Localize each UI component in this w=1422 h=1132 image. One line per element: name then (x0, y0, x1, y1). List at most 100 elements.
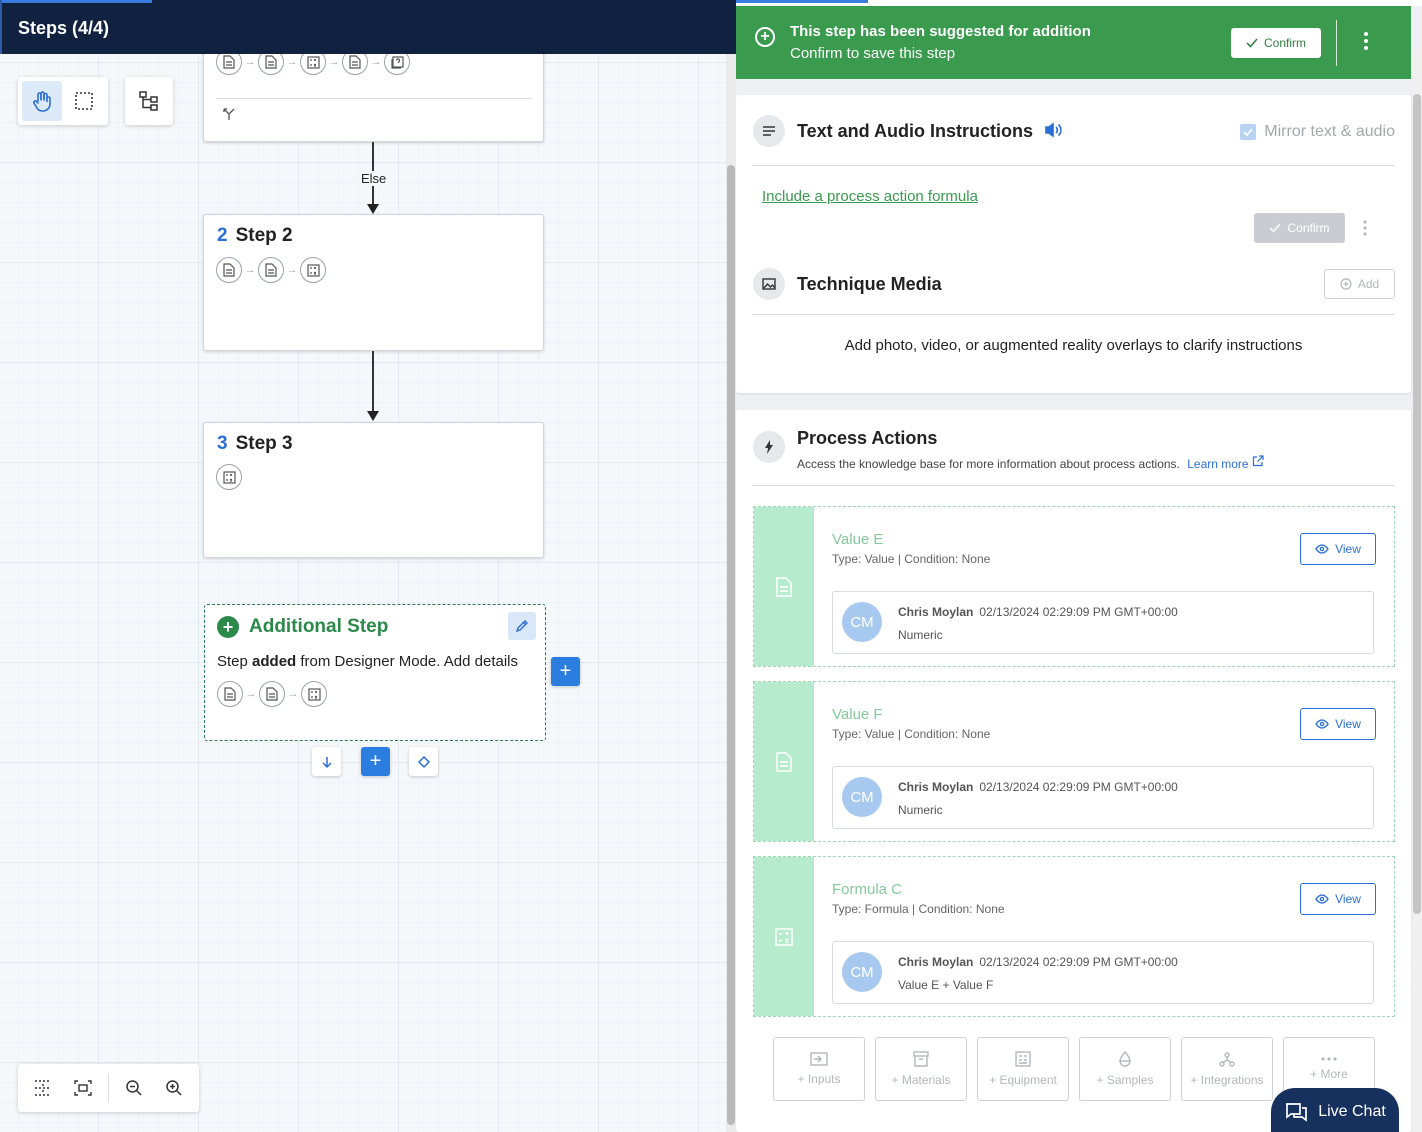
branch-icon[interactable] (222, 107, 236, 126)
add-decision-button[interactable] (409, 747, 438, 776)
zoom-out-button[interactable] (115, 1068, 153, 1108)
add-circle-icon (1340, 278, 1352, 290)
process-actions-title: Process Actions (797, 428, 938, 448)
calculator-icon (301, 681, 327, 707)
view-action-button[interactable]: View (1300, 533, 1376, 565)
process-action-card[interactable]: Value E Type: Value | Condition: None Vi… (753, 506, 1395, 667)
learn-more-link[interactable]: Learn more (1187, 455, 1264, 471)
banner-subtitle: Confirm to save this step (790, 45, 956, 62)
zoom-in-icon (166, 1080, 182, 1096)
fit-to-screen-button[interactable] (64, 1068, 102, 1108)
timestamp: 02/13/2024 02:29:09 PM GMT+00:00 (979, 780, 1178, 794)
kebab-menu-icon (1364, 32, 1368, 50)
hand-icon (33, 91, 51, 112)
chat-icon (1286, 1103, 1308, 1122)
canvas-scrollbar-thumb[interactable] (727, 165, 735, 1125)
step-card-2[interactable]: 2 Step 2 → → (203, 214, 544, 351)
edit-step-button[interactable] (508, 612, 536, 640)
move-down-button[interactable] (312, 747, 341, 776)
action-type: Type: Value | Condition: None (832, 552, 991, 566)
banner-confirm-button[interactable]: Confirm (1231, 28, 1321, 58)
step-3-action-icons (216, 464, 242, 490)
hierarchy-icon (139, 91, 158, 111)
speaker-icon[interactable] (1044, 121, 1064, 144)
include-formula-link[interactable]: Include a process action formula (762, 188, 978, 205)
process-action-card[interactable]: Formula C Type: Formula | Condition: Non… (753, 856, 1395, 1017)
step-card-1[interactable]: → → → → (203, 54, 544, 142)
mirror-checkbox[interactable] (1240, 124, 1257, 140)
add-circle-icon: + (217, 616, 239, 638)
flow-canvas[interactable]: → → → → Else 2 Step 2 → → 3 Step 3 + Add… (0, 54, 728, 1132)
image-icon (753, 268, 785, 300)
instructions-more-menu[interactable] (1363, 220, 1367, 241)
step-2-title: 2 Step 2 (217, 225, 293, 246)
suggestion-banner: + This step has been suggested for addit… (736, 6, 1411, 79)
connector-step2-step3 (372, 351, 374, 411)
step-card-3[interactable]: 3 Step 3 (203, 422, 544, 558)
detail-scrollbar[interactable] (1412, 54, 1422, 1132)
document-icon (216, 54, 242, 75)
add-media-button[interactable]: Add (1324, 269, 1395, 299)
document-icon (259, 681, 285, 707)
pan-tool-button[interactable] (22, 81, 62, 121)
add-parallel-step-button[interactable]: + (551, 657, 580, 686)
marquee-select-icon (75, 92, 93, 110)
action-type: Type: Formula | Condition: None (832, 902, 1005, 916)
action-audit-entry: CM Chris Moylan 02/13/2024 02:29:09 PM GM… (832, 591, 1374, 654)
document-icon (258, 257, 284, 283)
technique-media-title: Technique Media (797, 274, 942, 294)
action-name: Value F (832, 706, 883, 723)
add-integrations-button[interactable]: + Integrations (1181, 1037, 1273, 1101)
avatar: CM (842, 777, 882, 817)
banner-more-menu[interactable] (1364, 32, 1368, 55)
box-icon (913, 1051, 929, 1067)
calculator-icon (775, 927, 793, 946)
select-tool-button[interactable] (64, 81, 104, 121)
additional-step-action-icons: → → (217, 681, 327, 707)
auto-layout-button[interactable] (129, 81, 169, 121)
add-samples-button[interactable]: + Samples (1079, 1037, 1171, 1101)
add-equipment-button[interactable]: + Equipment (977, 1037, 1069, 1101)
calculator-icon (216, 464, 242, 490)
step-3-title: 3 Step 3 (217, 433, 293, 454)
instructions-panel: Text and Audio Instructions Mirror text … (736, 95, 1411, 393)
view-action-button[interactable]: View (1300, 708, 1376, 740)
action-audit-entry: CM Chris Moylan 02/13/2024 02:29:09 PM GM… (832, 941, 1374, 1004)
instructions-confirm-button[interactable]: Confirm (1254, 213, 1345, 243)
additional-step-card[interactable]: + Additional Step Step added from Design… (204, 604, 546, 741)
add-materials-button[interactable]: + Materials (875, 1037, 967, 1101)
droplet-icon (1119, 1051, 1131, 1067)
action-value: Value E + Value F (898, 978, 994, 992)
media-description: Add photo, video, or augmented reality o… (844, 337, 1303, 354)
document-icon (776, 576, 792, 597)
eye-icon (1315, 894, 1329, 904)
mirror-text-audio-toggle[interactable]: Mirror text & audio (1240, 123, 1395, 141)
step-detail-pane: + This step has been suggested for addit… (736, 0, 1422, 1132)
timestamp: 02/13/2024 02:29:09 PM GMT+00:00 (979, 955, 1178, 969)
action-value: Numeric (898, 628, 943, 642)
live-chat-button[interactable]: Live Chat (1271, 1088, 1399, 1132)
zoom-in-button[interactable] (155, 1068, 193, 1108)
arrow-down-icon (321, 756, 332, 768)
detail-scrollbar-thumb[interactable] (1413, 94, 1421, 914)
external-link-icon (1252, 455, 1264, 467)
add-circle-icon: + (755, 27, 775, 47)
add-next-step-button[interactable]: + (361, 747, 390, 776)
additional-step-title: + Additional Step (217, 616, 388, 638)
plus-icon: + (559, 660, 572, 682)
step-1-action-icons: → → → → (216, 54, 410, 75)
view-action-button[interactable]: View (1300, 883, 1376, 915)
collapse-button[interactable] (24, 1068, 62, 1108)
additional-step-description: Step added from Designer Mode. Add detai… (217, 653, 518, 670)
fit-screen-icon (74, 1080, 92, 1096)
add-inputs-button[interactable]: + Inputs (773, 1037, 865, 1101)
zoom-toolbar (18, 1064, 199, 1112)
process-action-card[interactable]: Value F Type: Value | Condition: None Vi… (753, 681, 1395, 842)
action-name: Formula C (832, 881, 903, 898)
collapse-lines-icon (35, 1080, 51, 1096)
action-value: Numeric (898, 803, 943, 817)
text-lines-icon (753, 115, 785, 147)
header-progress (2, 0, 152, 3)
pencil-icon (515, 620, 528, 633)
banner-title: This step has been suggested for additio… (790, 23, 1091, 40)
